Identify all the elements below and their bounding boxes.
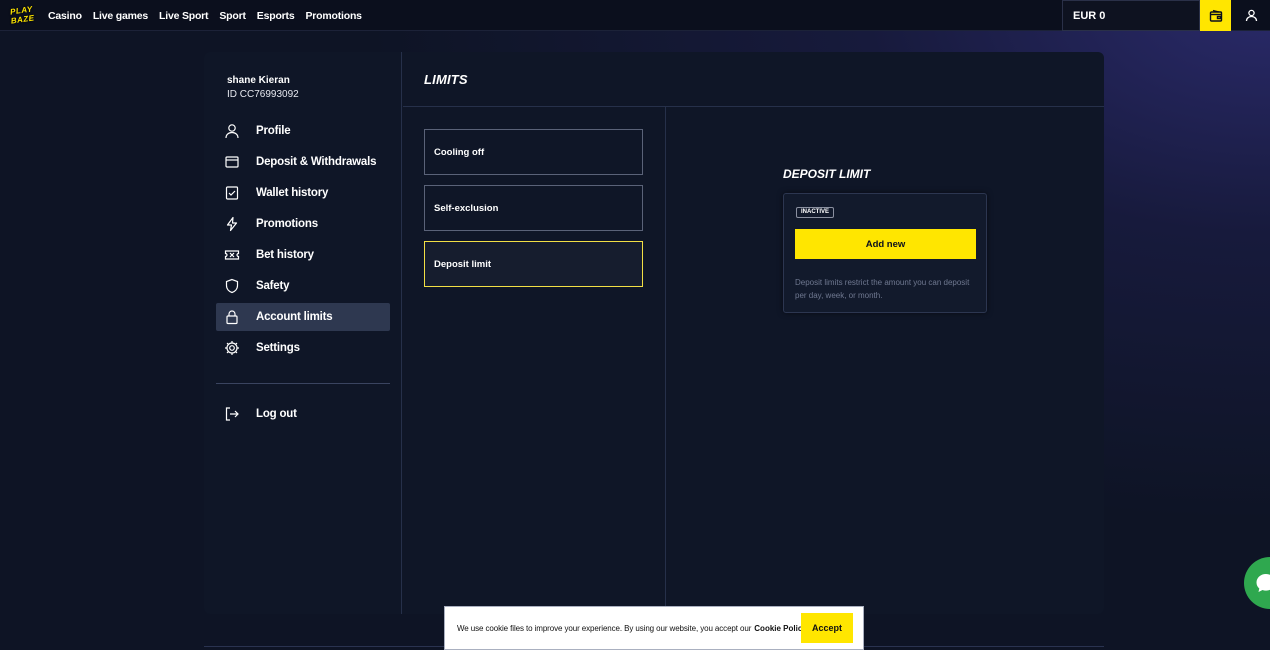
top-header: PLAY BAZE Casino Live games Live Sport S… [0, 0, 1270, 31]
account-menu: Profile Deposit & Withdrawals Wallet his… [216, 117, 390, 365]
balance-display[interactable]: EUR 0 [1062, 0, 1200, 31]
sidebar-item-settings[interactable]: Settings [216, 334, 390, 362]
option-self-exclusion[interactable]: Self-exclusion [424, 185, 643, 231]
logo-bottom-text: BAZE [10, 13, 36, 26]
sidebar-item-profile[interactable]: Profile [216, 117, 390, 145]
sidebar-item-wallet-history[interactable]: Wallet history [216, 179, 390, 207]
chat-bubble-icon [1256, 574, 1270, 592]
nav-promotions[interactable]: Promotions [305, 10, 362, 22]
user-icon [225, 124, 239, 139]
user-icon [1245, 9, 1257, 22]
cookie-policy-link[interactable]: Cookie Policy [754, 624, 806, 633]
wallet-icon [1209, 9, 1222, 22]
account-sidebar: shane Kieran ID CC76993092 Profile Depos… [204, 52, 402, 614]
account-panel: shane Kieran ID CC76993092 Profile Depos… [204, 52, 1104, 614]
accept-cookies-button[interactable]: Accept [801, 613, 853, 643]
sidebar-item-label: Deposit & Withdrawals [256, 156, 377, 168]
sidebar-item-safety[interactable]: Safety [216, 272, 390, 300]
cookie-text: We use cookie files to improve your expe… [457, 623, 752, 633]
deposit-limit-detail: DEPOSIT LIMIT INACTIVE Add new Deposit l… [667, 107, 1104, 614]
user-id: ID CC76993092 [227, 89, 299, 100]
sidebar-item-label: Account limits [256, 311, 333, 323]
status-badge: INACTIVE [796, 207, 835, 218]
sidebar-item-label: Wallet history [256, 187, 329, 199]
sidebar-item-label: Safety [256, 280, 290, 292]
cookie-banner: We use cookie files to improve your expe… [444, 606, 864, 650]
playbaze-logo[interactable]: PLAY BAZE [4, 1, 39, 29]
nav-sport[interactable]: Sport [219, 10, 246, 22]
deposit-limit-description: Deposit limits restrict the amount you c… [795, 278, 970, 300]
ticket-icon [224, 250, 240, 260]
option-cooling-off[interactable]: Cooling off [424, 129, 643, 175]
nav-live-sport[interactable]: Live Sport [159, 10, 209, 22]
chat-button[interactable] [1244, 557, 1270, 609]
sidebar-item-label: Profile [256, 125, 291, 137]
limit-options: Cooling off Self-exclusion Deposit limit [403, 107, 666, 614]
logout-icon [225, 407, 239, 421]
nav-esports[interactable]: Esports [257, 10, 295, 22]
sidebar-item-bet-history[interactable]: Bet history [216, 241, 390, 269]
menu-divider [216, 383, 390, 384]
main-nav: Casino Live games Live Sport Sport Espor… [48, 0, 362, 31]
limits-content: LIMITS Cooling off Self-exclusion Deposi… [403, 52, 1104, 614]
user-name: shane Kieran [227, 75, 290, 86]
logout-button[interactable]: Log out [216, 400, 390, 428]
page-title: LIMITS [424, 72, 468, 87]
sidebar-item-deposit-withdrawals[interactable]: Deposit & Withdrawals [216, 148, 390, 176]
sidebar-item-label: Bet history [256, 249, 314, 261]
lock-icon [226, 310, 238, 325]
wallet-button[interactable] [1200, 0, 1231, 31]
add-new-button[interactable]: Add new [795, 229, 976, 259]
nav-casino[interactable]: Casino [48, 10, 82, 22]
sidebar-item-label: Settings [256, 342, 300, 354]
sidebar-item-label: Promotions [256, 218, 318, 230]
option-deposit-limit[interactable]: Deposit limit [424, 241, 643, 287]
logout-label: Log out [256, 408, 297, 420]
wallet-icon [225, 156, 239, 168]
sidebar-item-promotions[interactable]: Promotions [216, 210, 390, 238]
logout-section: Log out [216, 400, 390, 431]
deposit-limit-card: INACTIVE Add new Deposit limits restrict… [783, 193, 987, 313]
deposit-limit-title: DEPOSIT LIMIT [783, 167, 871, 181]
gear-icon [225, 341, 239, 355]
shield-icon [225, 278, 239, 294]
account-button[interactable] [1238, 0, 1264, 31]
nav-live-games[interactable]: Live games [93, 10, 148, 22]
lightning-icon [226, 216, 238, 232]
sidebar-item-account-limits[interactable]: Account limits [216, 303, 390, 331]
checklist-icon [225, 186, 239, 200]
